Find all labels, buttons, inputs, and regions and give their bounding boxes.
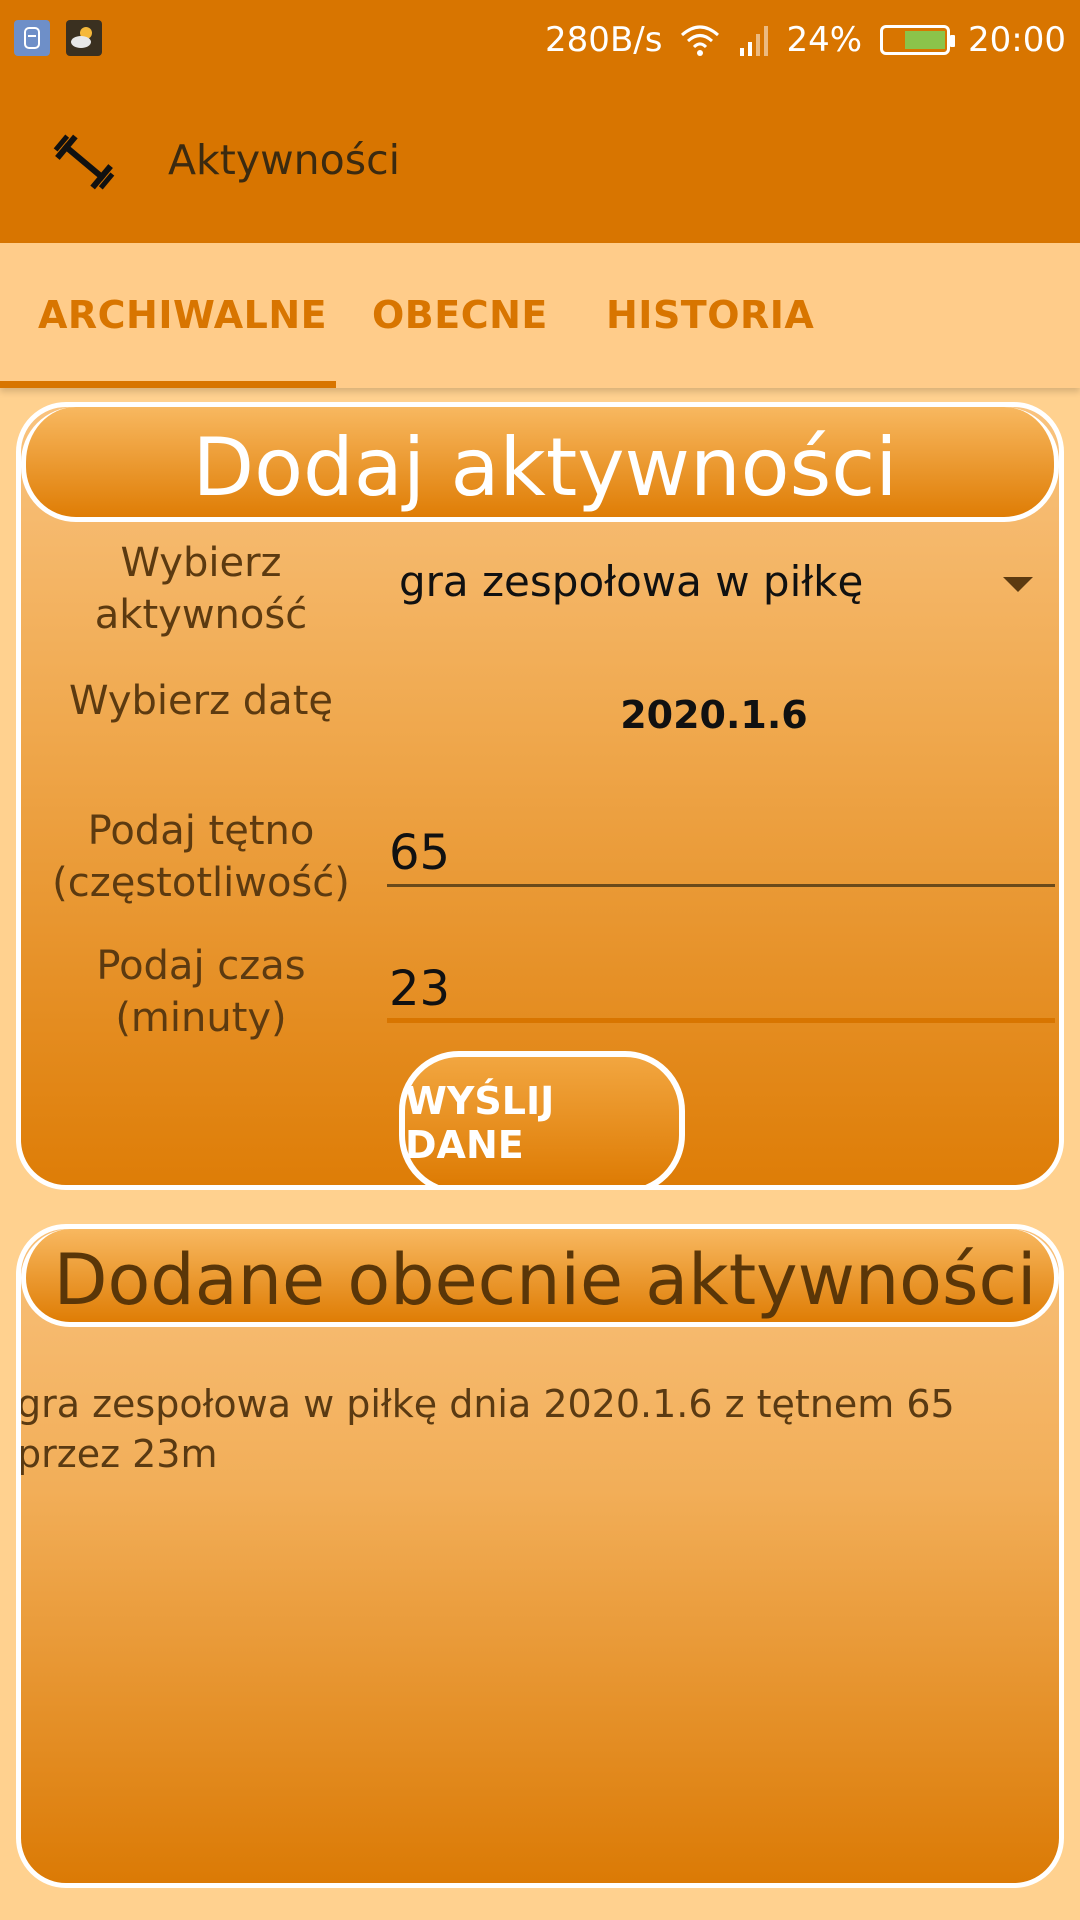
- pulse-label: Podaj tętno (częstotliwość): [52, 808, 350, 906]
- time-input-value: 23: [389, 961, 451, 1017]
- submit-button[interactable]: WYŚLIJ DANE: [399, 1051, 685, 1185]
- dumbbell-icon: [53, 134, 115, 190]
- dropdown-arrow-icon: [1003, 577, 1033, 592]
- tab-archiwalne[interactable]: ARCHIWALNE: [38, 293, 327, 337]
- wifi-icon: [681, 25, 720, 56]
- time-input[interactable]: 23: [387, 953, 1055, 1023]
- add-activity-title: Dodaj aktywności: [192, 421, 898, 514]
- added-activity-entry: gra zespołowa w piłkę dnia 2020.1.6 z tę…: [17, 1382, 955, 1476]
- activity-label: Wybierz aktywność: [94, 540, 308, 638]
- date-picker[interactable]: 2020.1.6: [399, 693, 1029, 737]
- tab-bar: ARCHIWALNE OBECNE HISTORIA: [0, 243, 1080, 388]
- signal-icon: [740, 26, 769, 56]
- app-bar: Aktywności: [0, 78, 1080, 243]
- network-speed: 280B/s: [545, 20, 663, 60]
- weather-icon: [66, 20, 102, 56]
- add-activity-panel: Dodaj aktywności Wybierz aktywność gra z…: [16, 402, 1064, 1190]
- tab-indicator: [0, 381, 336, 388]
- added-activities-header: Dodane obecnie aktywności: [21, 1229, 1059, 1327]
- battery-percent: 24%: [786, 20, 863, 60]
- time-label: Podaj czas (minuty): [96, 943, 306, 1041]
- activity-spinner[interactable]: gra zespołowa w piłkę: [399, 557, 1039, 617]
- status-bar: 280B/s 24% 20:00: [0, 0, 1080, 78]
- tab-historia[interactable]: HISTORIA: [606, 293, 814, 337]
- notification-app-icon: [14, 20, 50, 56]
- added-activities-panel: Dodane obecnie aktywności gra zespołowa …: [16, 1224, 1064, 1888]
- pulse-input-value: 65: [389, 825, 451, 881]
- added-activities-title: Dodane obecnie aktywności: [53, 1239, 1037, 1321]
- app-title: Aktywności: [168, 136, 401, 184]
- pulse-input[interactable]: 65: [387, 817, 1055, 887]
- tab-obecne[interactable]: OBECNE: [372, 293, 548, 337]
- add-activity-header: Dodaj aktywności: [21, 407, 1059, 522]
- battery-icon: [880, 25, 956, 55]
- activity-spinner-value: gra zespołowa w piłkę: [399, 557, 864, 606]
- date-label: Wybierz datę: [69, 678, 333, 724]
- clock: 20:00: [968, 20, 1066, 60]
